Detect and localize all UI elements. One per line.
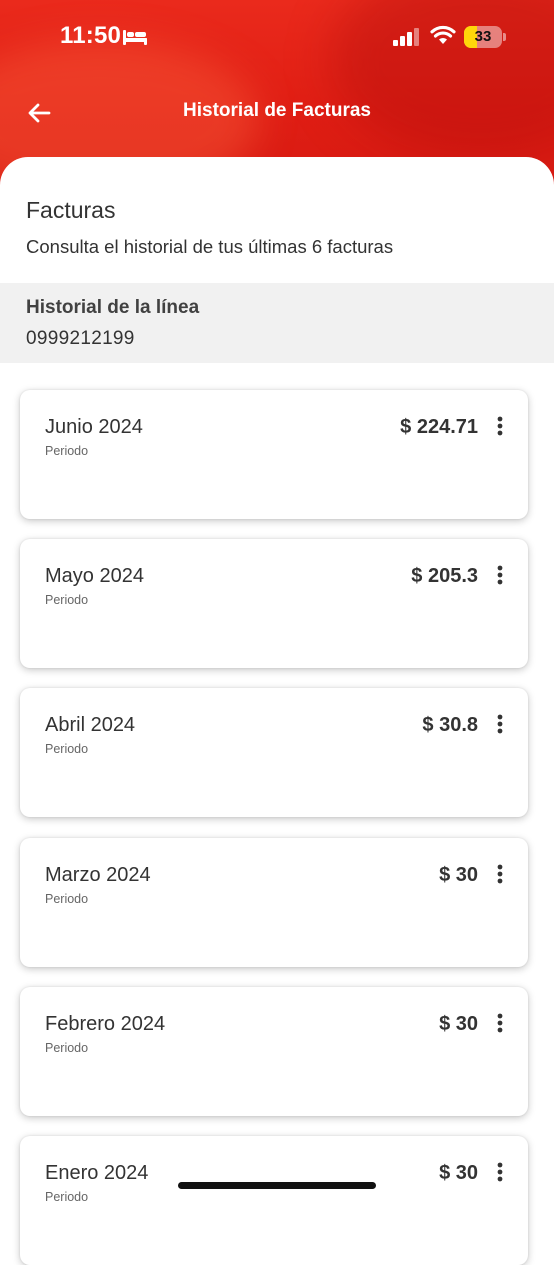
battery-level: 33 [474,28,492,45]
invoice-period-label: Periodo [45,742,89,756]
invoice-period-label: Periodo [45,1041,89,1055]
invoice-period-label: Periodo [45,593,89,607]
invoice-amount: $ 30 [439,1162,478,1184]
wifi-icon [430,25,456,44]
invoice-period: Enero 2024 [45,1162,149,1184]
invoice-card[interactable]: Mayo 2024 Periodo $ 205.3 [20,539,528,668]
invoice-card[interactable]: Junio 2024 Periodo $ 224.71 [20,390,528,519]
invoice-card[interactable]: Enero 2024 Periodo $ 30 [20,1136,528,1265]
invoice-period: Mayo 2024 [45,565,144,587]
invoice-period: Febrero 2024 [45,1013,166,1035]
line-info: Historial de la línea 0999212199 [0,283,554,363]
intro-section: Facturas Consulta el historial de tus úl… [26,197,393,258]
status-time: 11:50 [60,22,122,49]
signal-icon [393,28,419,46]
invoice-card[interactable]: Abril 2024 Periodo $ 30.8 [20,688,528,817]
invoice-card[interactable]: Marzo 2024 Periodo $ 30 [20,838,528,967]
invoice-amount: $ 30 [439,864,478,886]
bed-icon [123,30,147,45]
invoice-amount: $ 205.3 [411,565,478,587]
more-vertical-icon [497,1162,503,1182]
section-subtitle: Consulta el historial de tus últimas 6 f… [26,236,394,257]
invoice-period-label: Periodo [45,892,89,906]
line-label: Historial de la línea [26,297,200,318]
more-options-button[interactable] [492,1160,508,1184]
more-vertical-icon [497,565,503,585]
section-title: Facturas [26,197,116,223]
invoice-period: Abril 2024 [45,714,136,736]
home-indicator[interactable] [178,1182,376,1189]
page-title: Historial de Facturas [183,100,371,121]
more-options-button[interactable] [492,1011,508,1035]
invoice-card[interactable]: Febrero 2024 Periodo $ 30 [20,987,528,1116]
invoice-amount: $ 30.8 [422,714,478,736]
more-vertical-icon [497,714,503,734]
line-number: 0999212199 [26,328,135,349]
more-vertical-icon [497,864,503,884]
more-options-button[interactable] [492,563,508,587]
battery-icon: 33 [464,26,506,48]
more-options-button[interactable] [492,414,508,438]
invoice-amount: $ 30 [439,1013,478,1035]
more-vertical-icon [497,416,503,436]
invoice-period-label: Periodo [45,1190,89,1204]
more-options-button[interactable] [492,862,508,886]
status-bar: 11:50 33 [0,0,554,76]
invoice-period: Marzo 2024 [45,864,151,886]
more-options-button[interactable] [492,712,508,736]
invoice-amount: $ 224.71 [400,416,478,438]
invoice-period: Junio 2024 [45,416,143,438]
invoice-period-label: Periodo [45,444,89,458]
more-vertical-icon [497,1013,503,1033]
